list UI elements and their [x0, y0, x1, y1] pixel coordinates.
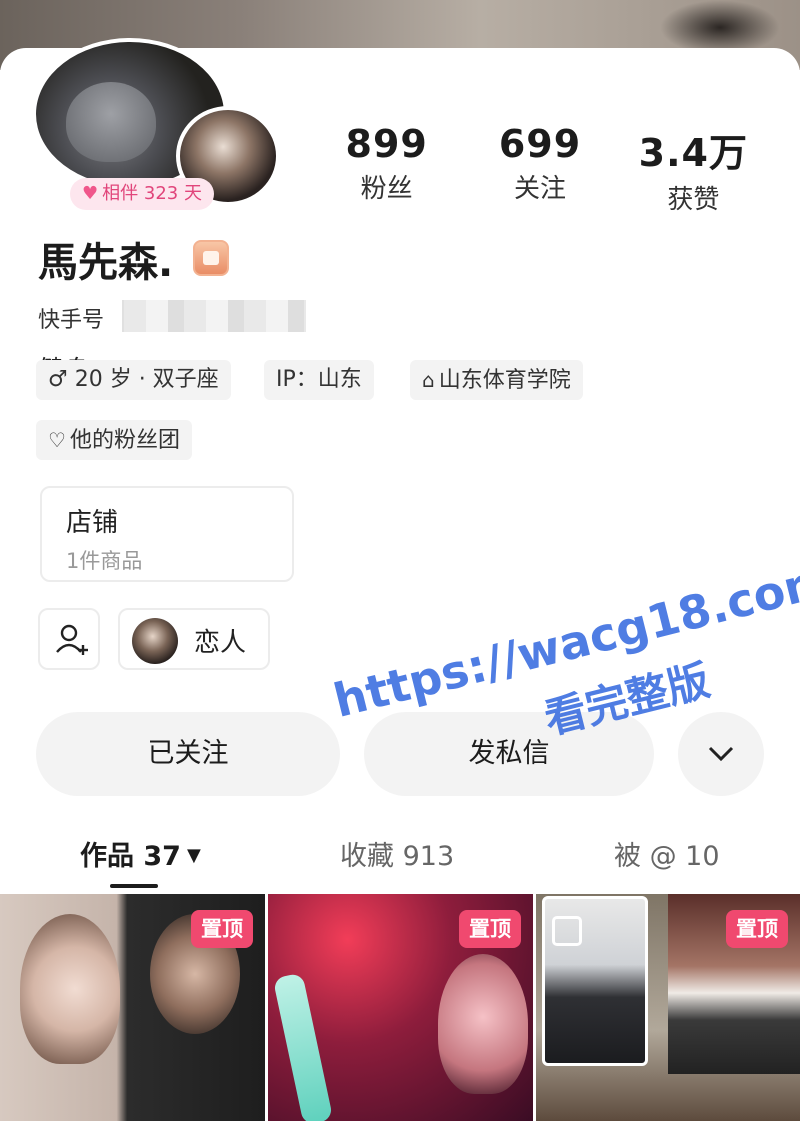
tag-text: ♂ 20 岁 · 双子座: [48, 367, 219, 392]
stat-likes[interactable]: 3.4万 获赞: [617, 122, 770, 216]
tab-works-label: 作品 37: [80, 841, 181, 872]
works-grid: 置顶 置顶 置顶: [0, 894, 800, 1121]
companion-days-text: 相伴 323 天: [102, 183, 202, 204]
stats-bar: 899 粉丝 699 关注 3.4万 获赞: [310, 122, 770, 216]
shop-title: 店铺: [66, 508, 119, 538]
caret-down-icon: ▼: [186, 845, 201, 866]
tab-mentions[interactable]: 被 @ 10: [614, 834, 720, 873]
tag-age-zodiac: ♂ 20 岁 · 双子座: [36, 360, 231, 400]
add-user-icon: [56, 624, 88, 655]
stat-following[interactable]: 699 关注: [463, 122, 616, 216]
tag-text: IP：山东: [276, 367, 362, 392]
pinned-badge: 置顶: [459, 910, 521, 948]
stat-value: 899: [345, 122, 428, 166]
video-thumbnail[interactable]: 置顶: [268, 894, 533, 1121]
kuaishou-id-blurred: [122, 300, 306, 332]
pinned-badge: 置顶: [191, 910, 253, 948]
more-options-button[interactable]: [678, 712, 764, 796]
stat-fans[interactable]: 899 粉丝: [310, 122, 463, 216]
heart-outline-icon: ♡: [48, 428, 66, 452]
tab-active-indicator: [110, 884, 158, 888]
relationship-label: 恋人: [194, 628, 247, 658]
content-tabs: 作品 37 ▼ 收藏 913 被 @ 10: [0, 834, 800, 884]
tag-ip: IP：山东: [264, 360, 374, 400]
video-thumbnail[interactable]: 置顶: [0, 894, 265, 1121]
lover-avatar: [132, 618, 178, 664]
followed-button[interactable]: 已关注: [36, 712, 340, 796]
stat-label: 粉丝: [360, 174, 413, 204]
chevron-down-icon: [708, 746, 734, 762]
relationship-button[interactable]: 恋人: [118, 608, 270, 670]
video-thumbnail[interactable]: 置顶: [536, 894, 800, 1121]
stat-label: 获赞: [667, 185, 720, 215]
tag-text: 山东体育学院: [438, 368, 571, 393]
tab-works[interactable]: 作品 37 ▼: [80, 834, 201, 873]
shop-card[interactable]: 店铺 1件商品: [40, 486, 294, 582]
tag-school[interactable]: ⌂ 山东体育学院: [410, 360, 583, 400]
add-friend-button[interactable]: [38, 608, 100, 670]
profile-name: 馬先森.: [38, 240, 174, 286]
tab-favorites[interactable]: 收藏 913: [340, 834, 454, 873]
multi-image-icon: [552, 916, 582, 946]
graduation-cap-icon: ⌂: [422, 368, 435, 392]
stat-label: 关注: [513, 174, 566, 204]
shop-subtitle: 1件商品: [66, 549, 143, 573]
tag-text: 他的粉丝团: [69, 428, 180, 453]
heart-icon: ♥: [82, 183, 99, 204]
pinned-badge: 置顶: [726, 910, 788, 948]
companion-badge[interactable]: ♥ 相伴 323 天: [70, 178, 214, 210]
stat-value: 3.4万: [638, 131, 748, 175]
kuaishou-id-label: 快手号: [38, 308, 105, 333]
level-badge-icon[interactable]: [193, 240, 229, 276]
tag-fan-club[interactable]: ♡ 他的粉丝团: [36, 420, 192, 460]
stat-value: 699: [498, 122, 582, 166]
